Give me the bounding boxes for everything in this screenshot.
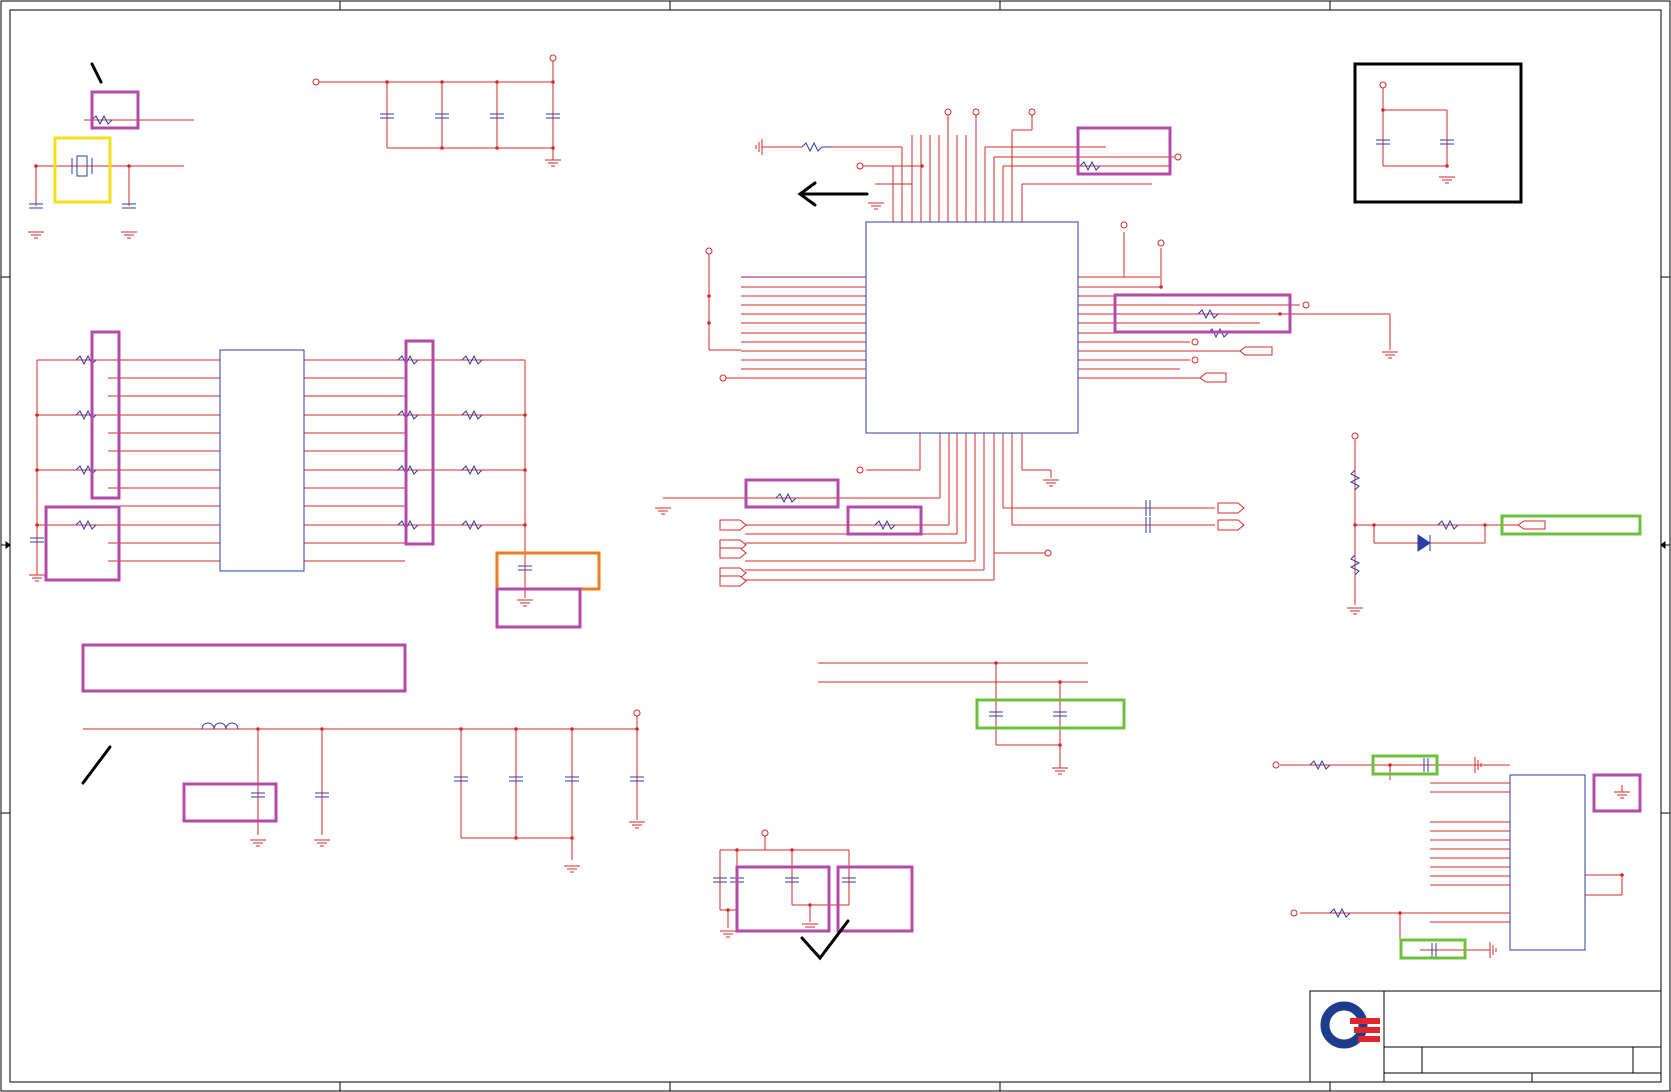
diode (1417, 534, 1431, 552)
annotation-slash (90, 62, 103, 84)
port-labels (719, 346, 1546, 587)
ground-symbols (28, 139, 1630, 958)
highlight-magenta (404, 339, 435, 546)
highlight-magenta (846, 505, 923, 536)
components (29, 113, 1586, 957)
highlight-magenta (1592, 773, 1642, 813)
connector-left (219, 349, 305, 572)
highlight-magenta (182, 782, 278, 823)
highlight-magenta (744, 478, 840, 509)
highlight-magenta (1076, 126, 1172, 176)
company-logo-icon (1320, 1001, 1380, 1049)
power-points (312, 54, 1387, 917)
highlight-boxes (44, 62, 1642, 960)
highlight-yellow (53, 136, 112, 204)
resistor-group (75, 114, 1459, 919)
highlight-green (1399, 938, 1467, 960)
annotation-slash (81, 745, 112, 785)
highlight-green (975, 698, 1126, 730)
highlight-orange (495, 551, 601, 591)
inductor (201, 722, 239, 730)
schematic-sheet (0, 0, 1671, 1092)
highlight-magenta (81, 643, 407, 693)
main-ic (865, 221, 1079, 434)
connector-right (1509, 774, 1586, 951)
highlight-magenta (495, 587, 582, 629)
capacitor-group (29, 113, 1454, 957)
highlight-magenta (735, 865, 831, 933)
annotation-marks (81, 62, 869, 961)
